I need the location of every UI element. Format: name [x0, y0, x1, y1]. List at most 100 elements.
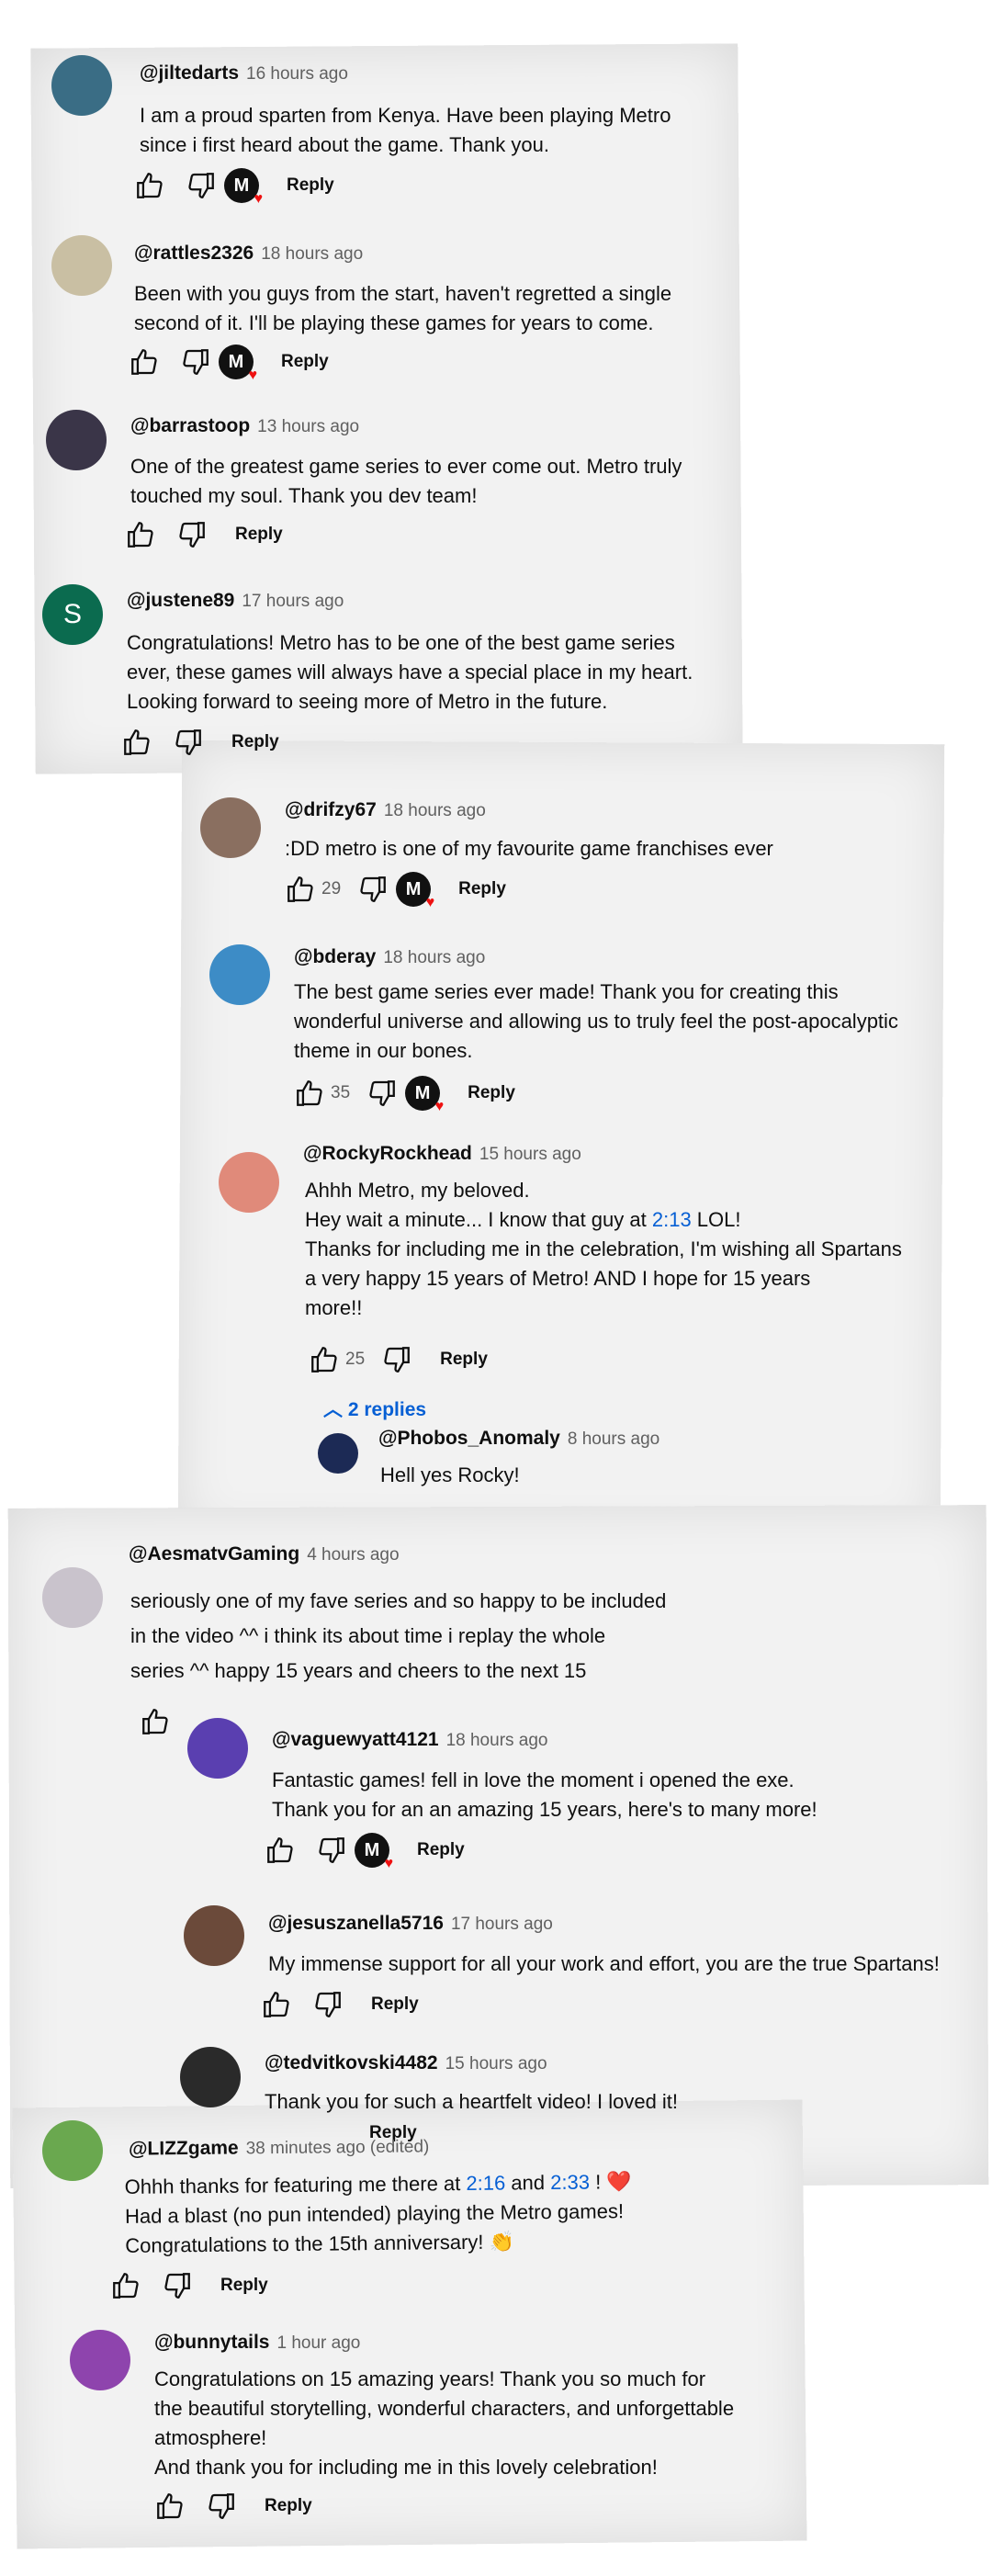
comment-author[interactable]: @bderay [294, 946, 376, 967]
comment-text-line: wonderful universe and allowing us to tr… [294, 1010, 898, 1033]
thumbs-down-icon[interactable] [173, 727, 204, 758]
comment-timestamp[interactable]: 18 hours ago [446, 1731, 548, 1750]
reply-button[interactable]: Reply [458, 879, 506, 899]
reply-button[interactable]: Reply [265, 2496, 312, 2516]
comment-text-line: in the video ^^ i think its about time i… [130, 1624, 606, 1647]
thumbs-down-icon[interactable] [176, 519, 208, 550]
comment-timestamp[interactable]: 1 hour ago [277, 2333, 361, 2353]
comment-author[interactable]: @bunnytails [154, 2332, 270, 2353]
thumbs-up-icon[interactable] [134, 170, 165, 201]
reply-button[interactable]: Reply [440, 1350, 488, 1370]
comment-author[interactable]: @Phobos_Anomaly [378, 1428, 560, 1449]
avatar[interactable] [184, 1905, 244, 1966]
comment-text-line: Thank you for such a heartfelt video! I … [265, 2090, 679, 2113]
comment-text-line: Thank you for an an amazing 15 years, he… [272, 1798, 817, 1821]
comment-text-line: I am a proud sparten from Kenya. Have be… [140, 104, 671, 127]
comment-text-line: theme in our bones. [294, 1039, 473, 1062]
avatar[interactable] [180, 2047, 241, 2107]
avatar[interactable] [219, 1152, 279, 1213]
thumbs-up-icon[interactable] [154, 2491, 186, 2522]
avatar[interactable] [51, 235, 112, 296]
reply-button[interactable]: Reply [417, 1840, 465, 1860]
thumbs-down-icon[interactable] [316, 1835, 347, 1866]
comment-timestamp[interactable]: 4 hours ago [307, 1545, 399, 1565]
reply-button[interactable]: Reply [287, 175, 334, 196]
comment-text-line: :DD metro is one of my favourite game fr… [285, 837, 773, 860]
reply-button[interactable]: Reply [231, 732, 279, 752]
thumbs-up-icon[interactable] [140, 1706, 171, 1737]
thumbs-down-icon[interactable] [357, 874, 389, 905]
thumbs-down-icon[interactable] [180, 346, 211, 378]
avatar[interactable] [209, 944, 270, 1005]
thumbs-down-icon[interactable] [162, 2270, 193, 2301]
thumbs-down-icon[interactable] [366, 1078, 398, 1109]
comment-text-line: series ^^ happy 15 years and cheers to t… [130, 1659, 587, 1682]
comment-timestamp[interactable]: 18 hours ago [383, 948, 485, 967]
thumbs-up-icon[interactable] [265, 1835, 296, 1866]
thumbs-down-icon[interactable] [186, 170, 217, 201]
comment-timestamp[interactable]: 16 hours ago [246, 64, 348, 84]
thumbs-down-icon[interactable] [381, 1344, 412, 1375]
comment-text-line: Hell yes Rocky! [380, 1463, 520, 1486]
comment-text-line: ever, these games will always have a spe… [127, 661, 693, 684]
comment-text-line: seriously one of my fave series and so h… [130, 1589, 667, 1612]
comment-timestamp[interactable]: 15 hours ago [479, 1145, 581, 1164]
thumbs-down-icon[interactable] [206, 2491, 237, 2522]
avatar[interactable] [46, 410, 107, 470]
comment-author[interactable]: @justene89 [127, 590, 234, 611]
avatar[interactable] [318, 1433, 358, 1474]
timestamp-link[interactable]: 2:13 [652, 1208, 692, 1231]
comment-author[interactable]: @vaguewyatt4121 [272, 1729, 439, 1750]
comment-timestamp[interactable]: 15 hours ago [445, 2054, 547, 2073]
avatar[interactable] [42, 1567, 103, 1628]
reply-button[interactable]: Reply [220, 2276, 268, 2296]
comment-timestamp[interactable]: 17 hours ago [242, 592, 344, 611]
comment-timestamp[interactable]: 17 hours ago [451, 1915, 553, 1934]
comment-text-line: Been with you guys from the start, haven… [134, 282, 672, 305]
like-count: 35 [331, 1083, 351, 1102]
reply-button[interactable]: Reply [281, 352, 329, 372]
avatar[interactable] [42, 2120, 103, 2181]
comment-author[interactable]: @barrastoop [130, 415, 250, 436]
comment-text-line: Fantastic games! fell in love the moment… [272, 1768, 795, 1791]
thumbs-up-icon[interactable] [294, 1078, 325, 1109]
comment-text-line: And thank you for including me in this l… [154, 2456, 658, 2479]
comment-timestamp[interactable]: 18 hours ago [261, 244, 363, 264]
thumbs-up-icon[interactable] [285, 874, 316, 905]
comment-author[interactable]: @RockyRockhead [303, 1143, 472, 1164]
avatar[interactable] [200, 797, 261, 858]
thumbs-up-icon[interactable] [110, 2270, 141, 2301]
comment-author[interactable]: @rattles2326 [134, 243, 254, 264]
comment-timestamp[interactable]: 13 hours ago [257, 417, 359, 436]
comment-text-line: My immense support for all your work and… [268, 1952, 940, 1975]
avatar[interactable] [70, 2330, 130, 2390]
comment-text-line: Hey wait a minute... I know that guy at … [305, 1208, 741, 1231]
view-replies-toggle[interactable]: ︿ 2 replies [323, 1395, 426, 1422]
comment-author[interactable]: @jesuszanella5716 [268, 1913, 444, 1934]
timestamp-link[interactable]: 2:33 [550, 2171, 590, 2194]
thumbs-down-icon[interactable] [312, 1989, 344, 2020]
thumbs-up-icon[interactable] [121, 727, 152, 758]
avatar[interactable] [187, 1718, 248, 1779]
comment-text-line: Congratulations to the 15th anniversary!… [125, 2230, 515, 2257]
comment-timestamp[interactable]: 8 hours ago [568, 1429, 659, 1449]
reply-button[interactable]: Reply [468, 1083, 515, 1103]
comment-author[interactable]: @tedvitkovski4482 [265, 2052, 438, 2073]
reply-button[interactable]: Reply [371, 1994, 419, 2015]
avatar[interactable]: S [42, 584, 103, 645]
timestamp-link[interactable]: 2:16 [466, 2172, 505, 2195]
thumbs-up-icon[interactable] [309, 1344, 340, 1375]
chevron-up-icon: ︿ [323, 1399, 343, 1420]
comment-author[interactable]: @jiltedarts [140, 62, 239, 84]
thumbs-up-icon[interactable] [261, 1989, 292, 2020]
thumbs-up-icon[interactable] [125, 519, 156, 550]
reply-button[interactable]: Reply [235, 525, 283, 545]
thumbs-up-icon[interactable] [129, 346, 160, 378]
like-count: 29 [321, 879, 342, 898]
comment-text-line: atmosphere! [154, 2426, 267, 2449]
avatar[interactable] [51, 55, 112, 116]
comment-author[interactable]: @LIZZgame [129, 2137, 239, 2159]
comment-text-line: more!! [305, 1296, 363, 1319]
comment-timestamp[interactable]: 38 minutes ago (edited) [246, 2137, 430, 2158]
comment-author[interactable]: @AesmatvGaming [129, 1543, 299, 1565]
